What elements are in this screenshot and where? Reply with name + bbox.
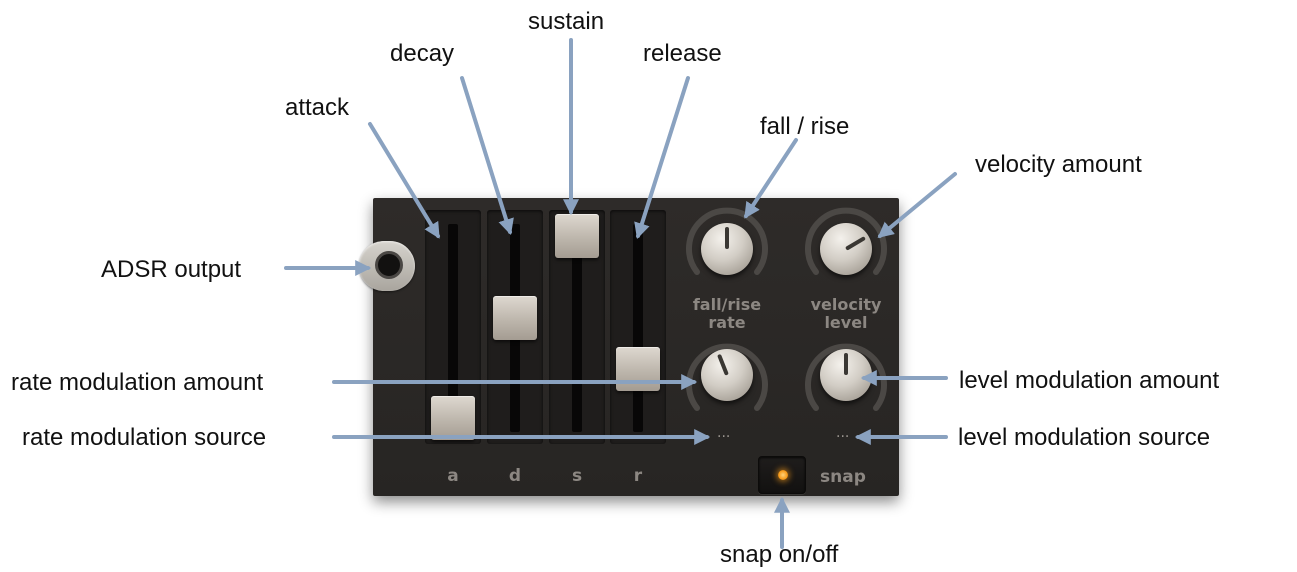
- velocity-level-knob[interactable]: [820, 223, 872, 275]
- callout-release: release: [643, 40, 722, 67]
- knob-pointer: [844, 236, 866, 251]
- fall-rise-label-line2: rate: [708, 313, 746, 332]
- callout-decay: decay: [390, 40, 455, 67]
- callout-rate-modulation-amount: rate modulation amount: [11, 369, 264, 396]
- fall-rise-label-line1: fall/rise: [692, 295, 762, 314]
- velocity-level-label: velocity level: [786, 296, 906, 332]
- velocity-label-line2: level: [824, 313, 868, 332]
- rate-modulation-source-selector[interactable]: ...: [717, 425, 730, 441]
- fall-rise-rate-label: fall/rise rate: [667, 296, 787, 332]
- knob-pointer: [844, 353, 848, 375]
- callout-rate-modulation-source: rate modulation source: [22, 424, 267, 451]
- snap-led-icon: [778, 470, 788, 480]
- knob-pointer: [725, 227, 729, 249]
- knob-pointer: [717, 353, 729, 376]
- callout-adsr-output: ADSR output: [101, 256, 242, 283]
- callout-fall-rise: fall / rise: [760, 113, 850, 140]
- rate-modulation-amount-knob[interactable]: [701, 349, 753, 401]
- callout-level-modulation-source: level modulation source: [958, 424, 1211, 451]
- fall-rise-rate-knob[interactable]: [701, 223, 753, 275]
- callout-attack: attack: [285, 94, 350, 121]
- level-modulation-amount-knob[interactable]: [820, 349, 872, 401]
- velocity-label-line1: velocity: [810, 295, 882, 314]
- callout-velocity-amount: velocity amount: [975, 151, 1142, 178]
- snap-label: snap: [820, 467, 866, 487]
- snap-button[interactable]: [758, 456, 806, 494]
- level-modulation-source-selector[interactable]: ...: [836, 425, 849, 441]
- callout-level-modulation-amount: level modulation amount: [959, 367, 1220, 394]
- knob-range-arcs: [686, 207, 887, 411]
- callout-sustain: sustain: [528, 8, 605, 35]
- callout-snap-onoff: snap on/off: [720, 541, 839, 568]
